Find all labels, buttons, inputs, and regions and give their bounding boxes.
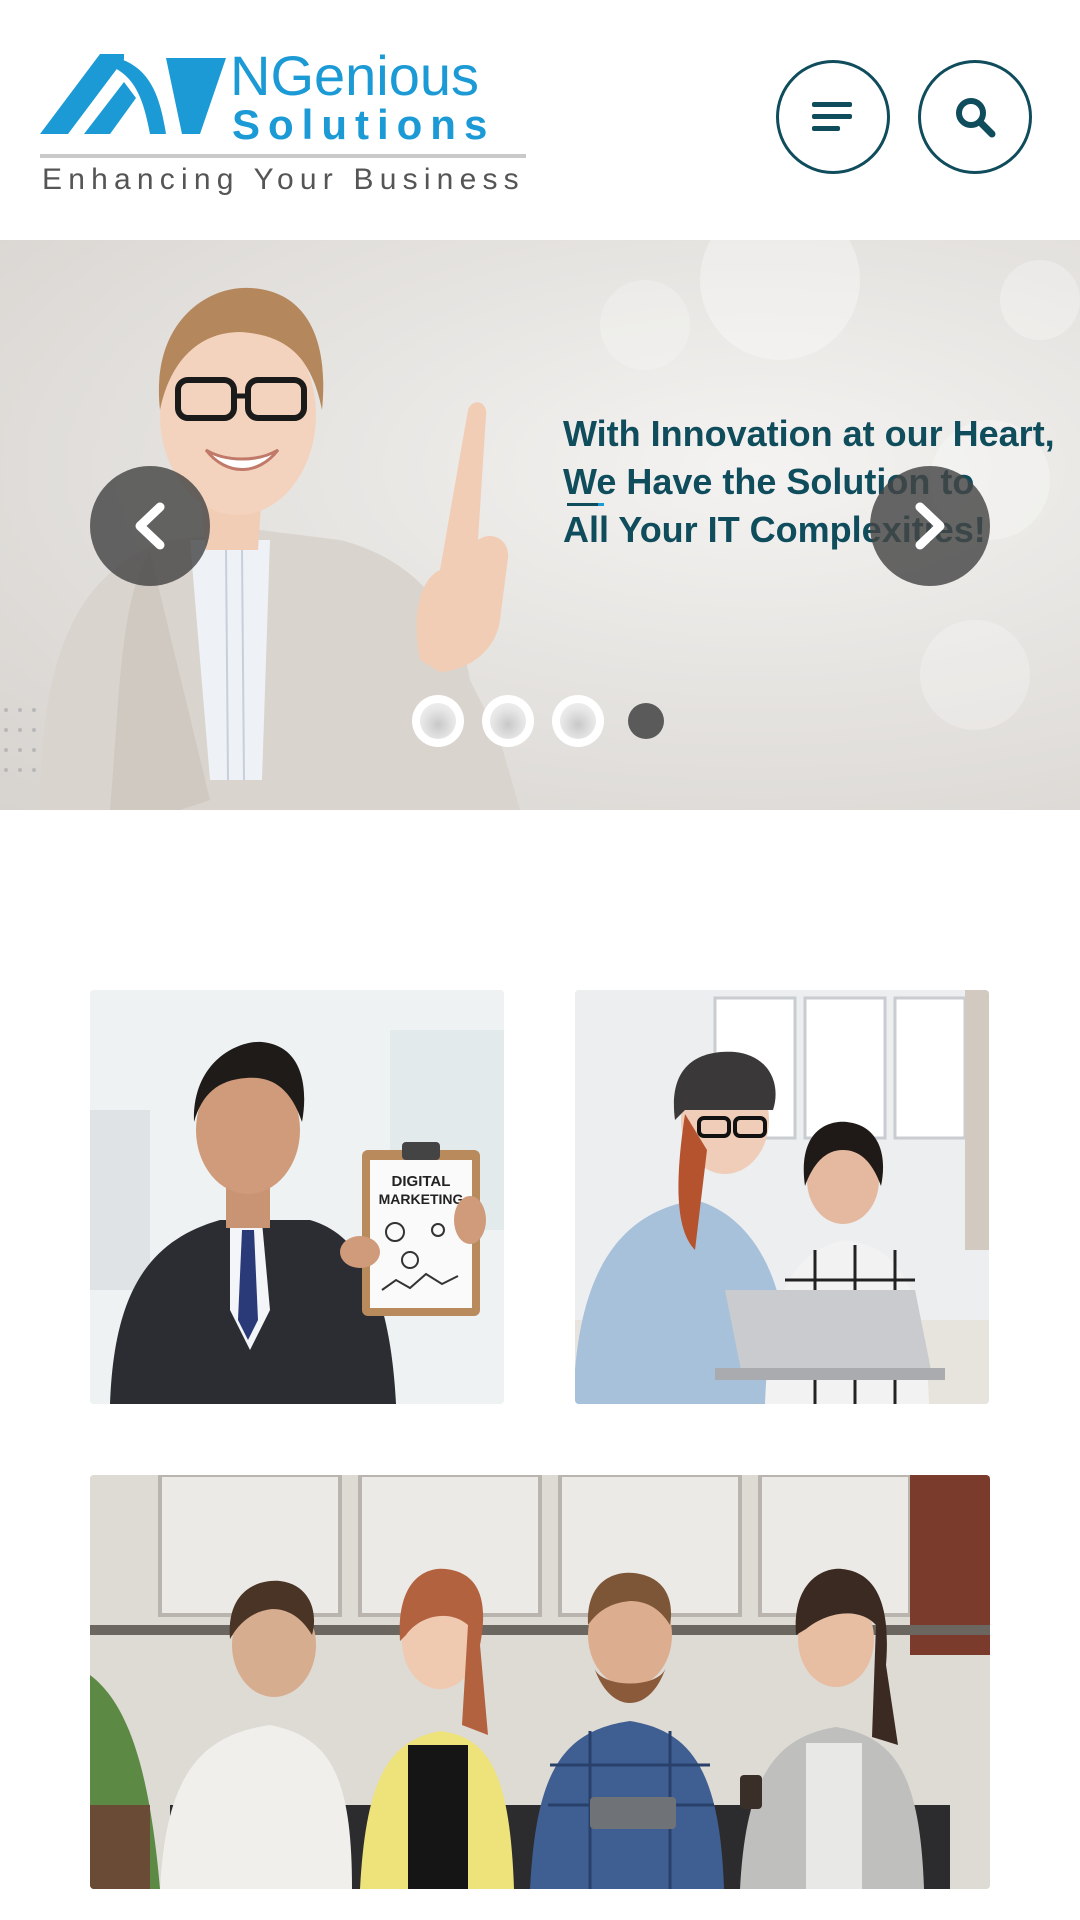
bokeh-light xyxy=(920,620,1030,730)
site-logo[interactable]: NGenious Solutions Enhancing Your Busine… xyxy=(40,42,530,202)
hero-caption-line: We Have the Solution to xyxy=(563,461,975,502)
logo-name-line-2: Solutions xyxy=(232,101,496,148)
slider-dot-fill xyxy=(420,703,456,739)
search-button[interactable] xyxy=(918,60,1032,174)
hero-slider: With Innovation at our Heart, We Have th… xyxy=(0,240,1080,810)
menu-button[interactable] xyxy=(776,60,890,174)
service-tile-teamwork[interactable] xyxy=(90,1475,990,1889)
service-tile-digital-marketing[interactable]: DIGITAL MARKETING xyxy=(90,990,504,1404)
site-header: NGenious Solutions Enhancing Your Busine… xyxy=(0,0,1080,240)
slider-next-button[interactable] xyxy=(870,466,990,586)
slider-dot-2[interactable] xyxy=(482,695,534,747)
businessman-clipboard-image: DIGITAL MARKETING xyxy=(90,990,504,1404)
caption-accent-line xyxy=(598,503,604,506)
bokeh-light xyxy=(600,280,690,370)
slider-dot-fill xyxy=(628,703,664,739)
clipboard-title-line-1: DIGITAL xyxy=(392,1173,451,1190)
team-meeting-image xyxy=(90,1475,990,1889)
clipboard-title-line-2: MARKETING xyxy=(379,1191,464,1207)
bokeh-light xyxy=(700,240,860,360)
logo-name-line-1: NGenious xyxy=(230,44,480,107)
logo-tagline: Enhancing Your Business xyxy=(42,163,525,196)
women-laptop-image xyxy=(575,990,989,1404)
slider-dot-fill xyxy=(490,703,526,739)
logo-divider xyxy=(40,154,526,158)
hero-caption-line: All Your IT Complexities! xyxy=(563,509,986,550)
logo-mark-icon xyxy=(40,52,226,134)
hero-caption-line: With Innovation at our Heart, xyxy=(563,413,1055,454)
slider-dot-4[interactable] xyxy=(620,695,672,747)
slider-dot-1[interactable] xyxy=(412,695,464,747)
slider-pagination xyxy=(412,695,672,751)
bokeh-light xyxy=(1000,260,1080,340)
service-tile-collaboration[interactable] xyxy=(575,990,989,1404)
hamburger-menu-icon xyxy=(812,102,852,131)
slider-prev-button[interactable] xyxy=(90,466,210,586)
hero-caption: With Innovation at our Heart, We Have th… xyxy=(563,410,1073,554)
chevron-left-icon xyxy=(135,502,165,550)
slider-dot-fill xyxy=(560,703,596,739)
chevron-right-icon xyxy=(915,502,945,550)
slider-dot-3[interactable] xyxy=(552,695,604,747)
search-icon xyxy=(956,98,996,138)
